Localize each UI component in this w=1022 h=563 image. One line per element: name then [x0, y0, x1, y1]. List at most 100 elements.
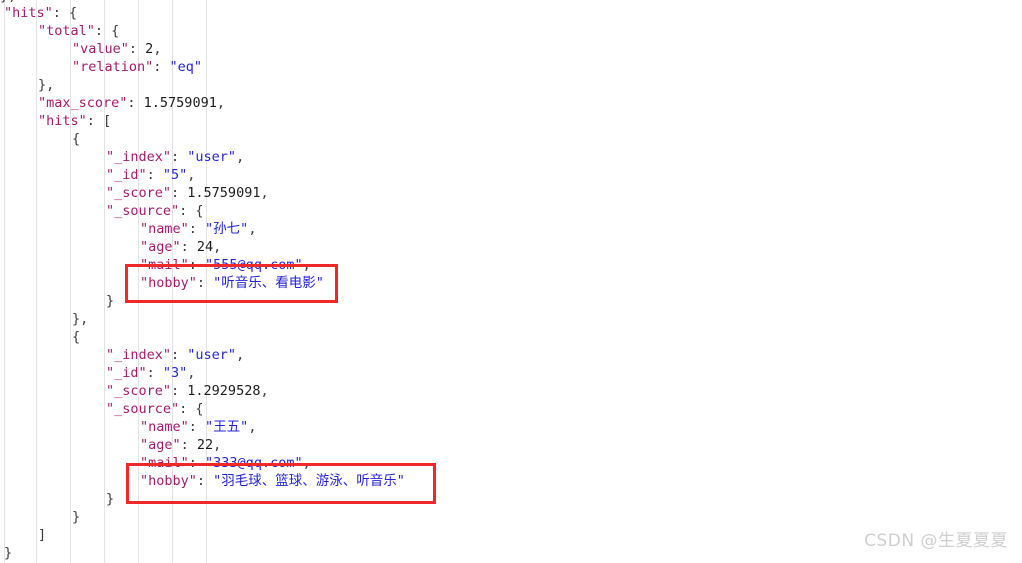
json-punctuation: : — [188, 455, 206, 471]
json-string-value: "羽毛球、篮球、游泳、听音乐" — [213, 473, 405, 489]
code-line: } — [4, 544, 12, 562]
code-line: "hobby": "羽毛球、篮球、游泳、听音乐" — [140, 472, 405, 490]
json-punctuation: : [ — [86, 113, 112, 129]
json-punctuation: , — [213, 239, 222, 255]
code-line: } — [72, 508, 80, 526]
code-line: "mail": "333@qq.com", — [140, 454, 311, 472]
json-punctuation: : — [196, 275, 214, 291]
code-line: "_index": "user", — [106, 148, 244, 166]
json-number-value: 22 — [196, 437, 214, 453]
json-key: "name" — [140, 221, 189, 237]
json-punctuation: , — [248, 419, 257, 435]
json-string-value: "333@qq.com" — [205, 455, 303, 471]
json-key: "age" — [140, 239, 181, 255]
code-line: "hits": [ — [38, 112, 111, 130]
json-punctuation: ] — [38, 527, 47, 543]
code-line: "_score": 1.2929528, — [106, 382, 269, 400]
json-key: "hits" — [38, 113, 87, 129]
json-punctuation: , — [187, 365, 196, 381]
code-line: "value": 2, — [72, 40, 161, 58]
json-number-value: 24 — [196, 239, 214, 255]
json-string-value: "王五" — [205, 419, 249, 435]
code-line: } — [106, 292, 114, 310]
json-punctuation: }, — [38, 77, 55, 93]
json-punctuation: } — [106, 491, 115, 507]
json-punctuation: : — [146, 365, 163, 381]
code-line: "_id": "5", — [106, 166, 195, 184]
json-punctuation: : — [127, 95, 144, 111]
json-punctuation: , — [260, 383, 269, 399]
json-key: "name" — [140, 419, 189, 435]
code-line: "max_score": 1.5759091, — [38, 94, 225, 112]
json-key: "_score" — [106, 383, 172, 399]
json-punctuation: : — [171, 185, 188, 201]
code-line: "age": 22, — [140, 436, 221, 454]
json-punctuation: { — [72, 329, 81, 345]
code-line: "age": 24, — [140, 238, 221, 256]
json-punctuation: } — [4, 545, 13, 561]
code-line: "_source": { — [106, 202, 204, 220]
code-line: } — [106, 490, 114, 508]
code-line: { — [72, 130, 80, 148]
json-key: "total" — [38, 23, 95, 39]
json-punctuation: : — [128, 41, 146, 57]
json-punctuation: : { — [179, 401, 204, 417]
json-number-value: 1.5759091 — [143, 95, 217, 111]
json-string-value: "user" — [187, 347, 237, 363]
json-punctuation: , — [216, 95, 225, 111]
code-line: "_source": { — [106, 400, 204, 418]
json-string-value: "听音乐、看电影" — [213, 275, 324, 291]
json-number-value: 1.2929528 — [187, 383, 261, 399]
json-punctuation: , — [248, 221, 257, 237]
json-string-value: "3" — [162, 365, 188, 381]
json-punctuation: : — [188, 257, 206, 273]
code-line: "name": "孙七", — [140, 220, 256, 238]
json-key: "max_score" — [38, 95, 128, 111]
json-key: "relation" — [72, 59, 154, 75]
json-string-value: "eq" — [169, 59, 203, 75]
json-punctuation: , — [236, 347, 245, 363]
json-key: "_source" — [106, 401, 180, 417]
json-string-value: "5" — [162, 167, 188, 183]
json-key: "hits" — [4, 5, 53, 21]
json-punctuation: : — [188, 419, 206, 435]
json-key: "_index" — [106, 149, 172, 165]
code-line: "hobby": "听音乐、看电影" — [140, 274, 324, 292]
json-punctuation: : — [188, 221, 206, 237]
json-punctuation: , — [236, 149, 245, 165]
csdn-watermark: CSDN @生夏夏夏 — [864, 531, 1008, 551]
json-punctuation: } — [72, 509, 81, 525]
json-key: "hobby" — [140, 473, 197, 489]
code-line: "_index": "user", — [106, 346, 244, 364]
json-string-value: "user" — [187, 149, 237, 165]
code-line: "relation": "eq" — [72, 58, 202, 76]
json-punctuation: }, — [72, 311, 89, 327]
json-punctuation: : — [153, 59, 170, 75]
json-punctuation: : — [196, 473, 214, 489]
json-key: "_index" — [106, 347, 172, 363]
json-punctuation: : — [171, 149, 188, 165]
code-line: "_score": 1.5759091, — [106, 184, 269, 202]
code-line: "total": { — [38, 22, 119, 40]
json-punctuation: { — [72, 131, 81, 147]
json-punctuation: : { — [179, 203, 204, 219]
json-key: "age" — [140, 437, 181, 453]
code-line: "_id": "3", — [106, 364, 195, 382]
json-punctuation: , — [302, 455, 311, 471]
json-key: "_id" — [106, 365, 147, 381]
json-string-value: "孙七" — [205, 221, 249, 237]
code-line: "mail": "555@qq.com", — [140, 256, 311, 274]
json-punctuation: : — [171, 347, 188, 363]
json-punctuation: : — [180, 437, 197, 453]
json-code-block[interactable]: "hits": {"total": {"value": 2, "relation"… — [0, 0, 1022, 563]
json-punctuation: : { — [94, 23, 120, 39]
json-punctuation: , — [260, 185, 269, 201]
json-key: "mail" — [140, 455, 189, 471]
json-key: "_source" — [106, 203, 180, 219]
json-punctuation: : — [146, 167, 163, 183]
json-key: "_id" — [106, 167, 147, 183]
json-key: "hobby" — [140, 275, 197, 291]
json-punctuation: , — [302, 257, 311, 273]
json-punctuation: : — [171, 383, 188, 399]
json-key: "mail" — [140, 257, 189, 273]
